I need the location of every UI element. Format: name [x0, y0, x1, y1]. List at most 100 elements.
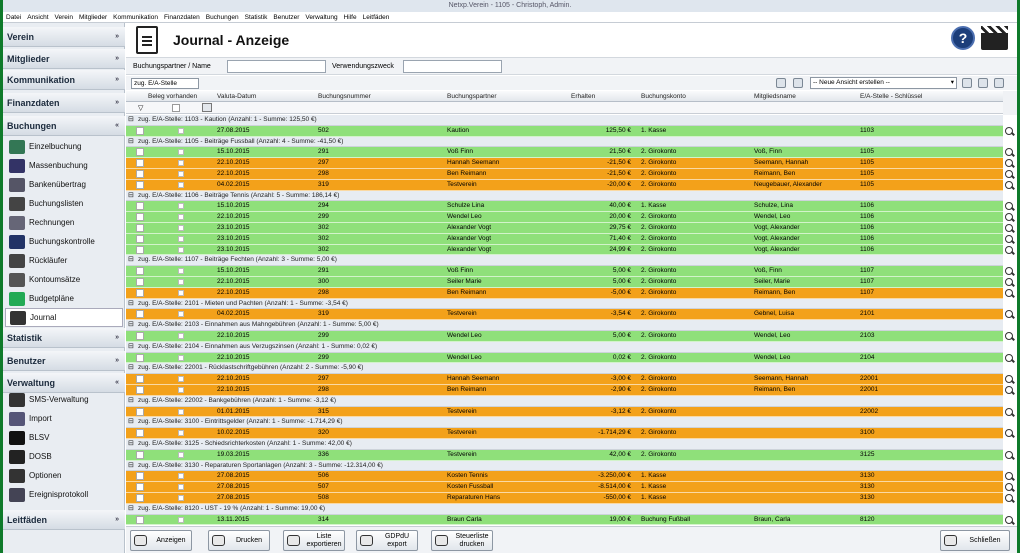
row-selector[interactable] [136, 310, 144, 319]
search-detail-icon[interactable] [1005, 407, 1014, 417]
table-row[interactable]: 23.10.2015 302 Alexander Vogt 24,99 € 2. Gir… [126, 244, 1003, 256]
table-row[interactable]: 04.02.2015 319 Testverein -20,00 € 2. Giroko… [126, 179, 1003, 191]
table-row[interactable]: 27.08.2015 506 Kosten Tennis -3.250,00 € 1. … [126, 471, 1003, 483]
beleg-checkbox[interactable] [178, 203, 184, 210]
drucken-button[interactable]: Drucken [208, 530, 270, 551]
beleg-checkbox[interactable] [178, 214, 184, 221]
search-detail-icon[interactable] [1005, 310, 1014, 319]
group-row[interactable]: zug. E/A-Stelle: 3130 - Reparaturen Spor… [126, 460, 1003, 472]
sidebar-section-benutzer[interactable]: Benutzer » [3, 351, 125, 371]
table-row[interactable]: 27.08.2015 507 Kosten Fussball -8.514,00 € 1… [126, 482, 1003, 493]
beleg-checkbox[interactable] [178, 289, 184, 296]
row-selector[interactable] [136, 375, 144, 384]
group-by-field[interactable]: zug. E/A-Stelle [131, 78, 199, 89]
sidebar-item-budgetpläne[interactable]: Budgetpläne [5, 289, 123, 308]
sidebar-item-optionen[interactable]: Optionen [5, 466, 123, 485]
beleg-checkbox[interactable] [178, 171, 184, 177]
table-row[interactable]: 04.02.2015 319 Testverein -3,54 € 2. Girokon… [126, 309, 1003, 321]
search-detail-icon[interactable] [1005, 450, 1014, 460]
search-detail-icon[interactable] [1005, 224, 1014, 233]
row-selector[interactable] [136, 483, 144, 492]
menu-item-verwaltung[interactable]: Verwaltung [305, 12, 337, 22]
group-row[interactable]: zug. E/A-Stelle: 3125 - Schiedsrichterko… [126, 439, 1003, 450]
group-row[interactable]: zug. E/A-Stelle: 22001 - Rücklastschrift… [126, 363, 1003, 375]
view-icon[interactable] [793, 78, 803, 88]
column-header-5[interactable]: Buchungskonto [641, 93, 686, 100]
filter-options-icon[interactable] [202, 103, 212, 112]
group-row[interactable]: zug. E/A-Stelle: 1107 - Beiträge Fechten… [126, 255, 1003, 267]
column-header-6[interactable]: Mitgliedsname [754, 93, 796, 100]
row-selector[interactable] [136, 180, 144, 189]
search-detail-icon[interactable] [1005, 267, 1014, 276]
search-detail-icon[interactable] [1005, 180, 1014, 190]
beleg-checkbox[interactable] [178, 484, 184, 491]
beleg-checkbox[interactable] [178, 225, 184, 231]
beleg-checkbox[interactable] [178, 376, 184, 383]
search-detail-icon[interactable] [1005, 202, 1014, 211]
sidebar-item-massenbuchung[interactable]: Massenbuchung [5, 156, 123, 175]
group-row[interactable]: zug. E/A-Stelle: 1105 - Beiträge Fussbal… [126, 136, 1003, 148]
row-selector[interactable] [136, 234, 144, 243]
table-row[interactable]: 22.10.2015 300 Seiler Marie 5,00 € 2. Giroko… [126, 277, 1003, 288]
group-row[interactable]: zug. E/A-Stelle: 2101 - Mieten und Pacht… [126, 298, 1003, 310]
search-detail-icon[interactable] [1005, 213, 1014, 222]
beleg-checkbox[interactable] [178, 235, 184, 242]
search-detail-icon[interactable] [1005, 353, 1014, 363]
table-row[interactable]: 22.10.2015 297 Hannah Seemann -3,00 € 2. Gir… [126, 374, 1003, 385]
sidebar-item-buchungskontrolle[interactable]: Buchungskontrolle [5, 232, 123, 251]
group-row[interactable]: zug. E/A-Stelle: 3100 - Eintrittsgelder … [126, 417, 1003, 429]
eraser-icon[interactable] [776, 78, 786, 88]
row-selector[interactable] [136, 148, 144, 157]
search-detail-icon[interactable] [1005, 278, 1014, 287]
search-detail-icon[interactable] [1005, 375, 1014, 384]
search-detail-icon[interactable] [1005, 245, 1014, 255]
column-header-2[interactable]: Buchungsnummer [318, 93, 371, 100]
beleg-checkbox[interactable] [178, 268, 184, 275]
row-selector[interactable] [136, 159, 144, 168]
beleg-checkbox[interactable] [178, 246, 184, 253]
beleg-checkbox[interactable] [178, 311, 184, 318]
beleg-checkbox[interactable] [178, 451, 184, 458]
table-row[interactable]: 10.02.2015 320 Testverein -1.714,29 € 2. Gir… [126, 428, 1003, 439]
beleg-checkbox[interactable] [178, 181, 184, 188]
partner-input[interactable] [227, 60, 326, 73]
beleg-checkbox[interactable] [178, 149, 184, 156]
row-selector[interactable] [136, 267, 144, 276]
sidebar-item-einzelbuchung[interactable]: Einzelbuchung [5, 137, 123, 156]
row-selector[interactable] [136, 450, 144, 459]
menu-item-buchungen[interactable]: Buchungen [206, 12, 239, 22]
group-row[interactable]: zug. E/A-Stelle: 2104 - Einnahmen aus Ve… [126, 341, 1003, 353]
search-detail-icon[interactable] [1005, 429, 1014, 438]
steuerliste-drucken-button[interactable]: Steuerliste drucken [431, 530, 493, 551]
menu-item-hilfe[interactable]: Hilfe [344, 12, 357, 22]
table-row[interactable]: 15.10.2015 291 Voß Finn 21,50 € 2. Girokonto… [126, 147, 1003, 159]
search-detail-icon[interactable] [1005, 234, 1014, 244]
beleg-checkbox[interactable] [178, 127, 184, 134]
table-row[interactable]: 22.10.2015 298 Ben Reimann -5,00 € 2. Giroko… [126, 287, 1003, 299]
sidebar-section-kommunikation[interactable]: Kommunikation » [3, 70, 125, 90]
search-detail-icon[interactable] [1005, 483, 1014, 492]
scroll-top[interactable] [1003, 91, 1017, 115]
menu-item-datei[interactable]: Datei [6, 12, 21, 22]
search-detail-icon[interactable] [1005, 170, 1014, 179]
search-detail-icon[interactable] [1005, 148, 1014, 157]
row-selector[interactable] [136, 224, 144, 232]
sidebar-section-finanzdaten[interactable]: Finanzdaten » [3, 93, 125, 113]
sidebar-item-smsverwaltung[interactable]: SMS-Verwaltung [5, 390, 123, 409]
anzeigen-button[interactable]: Anzeigen [130, 530, 192, 551]
beleg-checkbox[interactable] [178, 160, 184, 167]
beleg-checkbox[interactable] [178, 408, 184, 415]
sidebar-item-ereignisprotokoll[interactable]: Ereignisprotokoll [5, 485, 123, 504]
table-row[interactable]: 22.10.2015 297 Hannah Seemann -21,50 € 2. Gi… [126, 158, 1003, 169]
sidebar-section-mitglieder[interactable]: Mitglieder » [3, 49, 125, 69]
search-detail-icon[interactable] [1005, 515, 1014, 525]
table-row[interactable]: 22.10.2015 299 Wendel Leo 5,00 € 2. Girokont… [126, 331, 1003, 342]
menu-item-finanzdaten[interactable]: Finanzdaten [164, 12, 200, 22]
table-row[interactable]: 13.11.2015 314 Braun Carla 19,00 € Buchung F… [126, 514, 1003, 525]
column-header-3[interactable]: Buchungspartner [447, 93, 497, 100]
menu-item-verein[interactable]: Verein [55, 12, 73, 22]
menu-item-statistik[interactable]: Statistik [245, 12, 268, 22]
video-tutorial-icon[interactable] [981, 26, 1008, 50]
search-detail-icon[interactable] [1005, 288, 1014, 298]
purpose-input[interactable] [403, 60, 502, 73]
